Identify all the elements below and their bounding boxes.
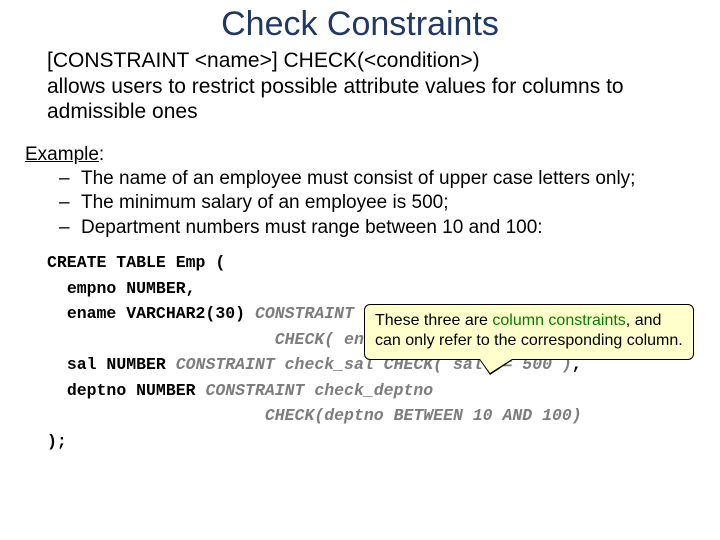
- intro-text: [CONSTRAINT <name>] CHECK(<condition>) a…: [47, 48, 695, 125]
- callout-box: These three are column constraints, and …: [364, 304, 694, 360]
- example-colon: :: [99, 144, 104, 165]
- code-line: CHECK(deptno BETWEEN 10 AND 100): [47, 403, 695, 429]
- syntax-line: [CONSTRAINT <name>] CHECK(<condition>): [47, 49, 480, 72]
- example-bullets: The name of an employee must consist of …: [25, 167, 695, 240]
- callout-text-keyword: column constraints: [492, 312, 625, 329]
- list-item: The name of an employee must consist of …: [81, 167, 695, 191]
- description-line: allows users to restrict possible attrib…: [47, 75, 624, 124]
- example-label: Example: [25, 144, 99, 165]
- callout-tail-icon: [480, 359, 512, 373]
- list-item: The minimum salary of an employee is 500…: [81, 191, 695, 215]
- callout-text-pre: These three are: [375, 312, 492, 329]
- slide-title: Check Constraints: [25, 5, 695, 44]
- code-line: empno NUMBER,: [47, 276, 695, 302]
- code-line: );: [47, 429, 695, 455]
- example-block: Example: The name of an employee must co…: [25, 143, 695, 240]
- code-line: deptno NUMBER CONSTRAINT check_deptno: [47, 378, 695, 404]
- code-line: CREATE TABLE Emp (: [47, 250, 695, 276]
- slide: Check Constraints [CONSTRAINT <name>] CH…: [0, 0, 720, 540]
- list-item: Department numbers must range between 10…: [81, 216, 695, 240]
